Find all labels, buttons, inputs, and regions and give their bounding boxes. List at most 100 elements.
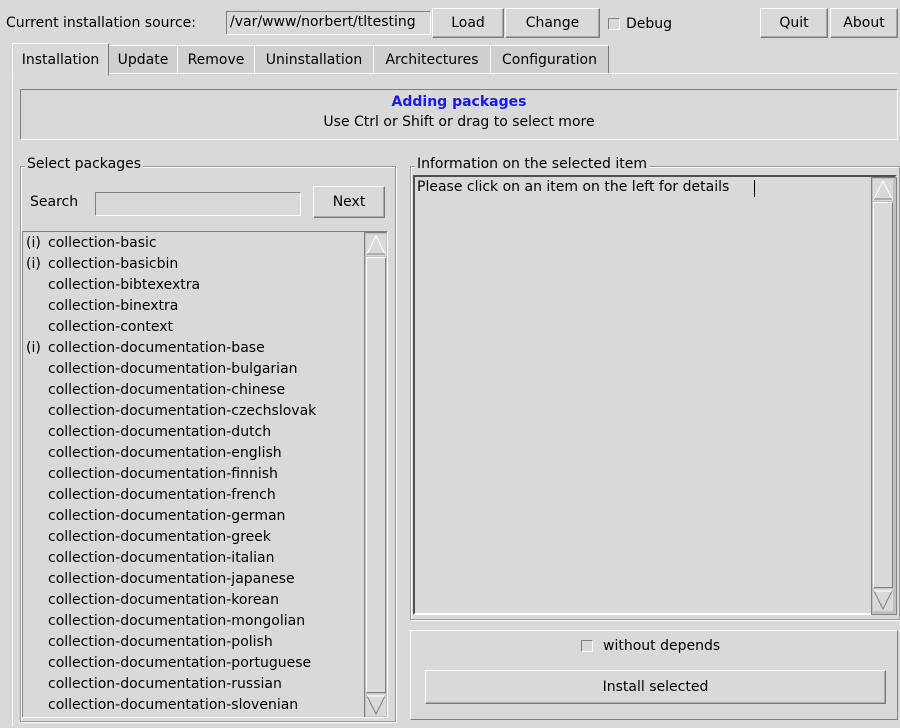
package-list-item[interactable]: collection-documentation-chinese xyxy=(24,380,362,401)
package-name: collection-binextra xyxy=(48,298,179,314)
tab-configuration-label: Configuration xyxy=(502,52,597,68)
banner-title: Adding packages xyxy=(391,94,527,110)
debug-checkbox[interactable]: Debug xyxy=(608,16,672,32)
package-list-scrollbar[interactable] xyxy=(364,232,387,717)
load-button-label: Load xyxy=(451,15,485,31)
package-list-item[interactable]: collection-bibtexextra xyxy=(24,275,362,296)
install-selected-label: Install selected xyxy=(602,679,709,695)
package-list-item[interactable]: (i) collection-basic xyxy=(24,233,362,254)
package-list[interactable]: (i) collection-basic (i) collection-basicbi… xyxy=(22,231,388,718)
package-list-item[interactable]: collection-context xyxy=(24,317,362,338)
package-name: collection-bibtexextra xyxy=(48,277,201,293)
package-list-item[interactable]: collection-documentation-korean xyxy=(24,590,362,611)
debug-checkbox-box[interactable] xyxy=(608,18,620,30)
quit-button[interactable]: Quit xyxy=(760,8,828,38)
package-list-item[interactable]: (i) collection-documentation-base xyxy=(24,338,362,359)
package-name: collection-documentation-portuguese xyxy=(48,655,312,671)
quit-button-label: Quit xyxy=(779,15,809,31)
package-list-item[interactable]: collection-documentation-polish xyxy=(24,632,362,653)
tab-update[interactable]: Update xyxy=(108,45,178,75)
search-label: Search xyxy=(30,194,79,210)
package-list-item[interactable]: collection-documentation-italian xyxy=(24,548,362,569)
package-list-scroll-thumb[interactable] xyxy=(366,257,386,693)
installed-marker: (i) xyxy=(26,256,41,272)
package-list-item[interactable]: collection-documentation-french xyxy=(24,485,362,506)
information-text-area[interactable]: Please click on an item on the left for … xyxy=(413,175,897,615)
package-name: collection-documentation-german xyxy=(48,508,286,524)
package-name: collection-documentation-italian xyxy=(48,550,275,566)
package-list-item[interactable]: collection-documentation-mongolian xyxy=(24,611,362,632)
source-path-field[interactable]: /var/www/norbert/tltesting xyxy=(226,11,431,35)
tab-uninstallation[interactable]: Uninstallation xyxy=(254,45,374,75)
package-name: collection-documentation-greek xyxy=(48,529,271,545)
package-list-item[interactable]: collection-documentation-japanese xyxy=(24,569,362,590)
package-list-item[interactable]: collection-documentation-german xyxy=(24,506,362,527)
package-list-item[interactable]: collection-documentation-english xyxy=(24,443,362,464)
package-list-item[interactable]: collection-documentation-greek xyxy=(24,527,362,548)
package-list-items: (i) collection-basic (i) collection-basicbi… xyxy=(24,233,362,716)
select-packages-title: Select packages xyxy=(25,156,144,172)
package-list-item[interactable]: collection-documentation-portuguese xyxy=(24,653,362,674)
source-label: Current installation source: xyxy=(6,15,196,31)
package-name: collection-documentation-dutch xyxy=(48,424,272,440)
scroll-down-arrow-icon[interactable] xyxy=(366,694,386,716)
package-list-item[interactable]: collection-documentation-czechslovak xyxy=(24,401,362,422)
package-name: collection-documentation-french xyxy=(48,487,276,503)
package-name: collection-documentation-czechslovak xyxy=(48,403,317,419)
text-cursor xyxy=(754,180,755,197)
installed-marker: (i) xyxy=(26,340,41,356)
banner-subtitle: Use Ctrl or Shift or drag to select more xyxy=(323,114,595,130)
package-list-item[interactable]: collection-binextra xyxy=(24,296,362,317)
tab-installation[interactable]: Installation xyxy=(12,43,109,76)
scroll-down-arrow-icon[interactable] xyxy=(873,589,893,611)
debug-label: Debug xyxy=(626,16,673,32)
search-input[interactable] xyxy=(95,192,301,216)
package-name: collection-documentation-bulgarian xyxy=(48,361,298,377)
information-scroll-thumb[interactable] xyxy=(873,202,893,588)
package-list-item[interactable]: collection-documentation-dutch xyxy=(24,422,362,443)
package-name: collection-documentation-chinese xyxy=(48,382,286,398)
package-name: collection-basicbin xyxy=(48,256,179,272)
package-name: collection-documentation-mongolian xyxy=(48,613,306,629)
package-name: collection-documentation-japanese xyxy=(48,571,295,587)
package-list-item[interactable]: collection-documentation-slovenian xyxy=(24,695,362,716)
package-name: collection-basic xyxy=(48,235,157,251)
package-name: collection-documentation-polish xyxy=(48,634,273,650)
installed-marker: (i) xyxy=(26,235,41,251)
package-name: collection-documentation-finnish xyxy=(48,466,278,482)
scroll-up-arrow-icon[interactable] xyxy=(873,179,893,201)
tab-architectures[interactable]: Architectures xyxy=(373,45,491,75)
information-scrollbar[interactable] xyxy=(871,177,897,615)
tab-configuration[interactable]: Configuration xyxy=(490,45,609,75)
install-selected-button[interactable]: Install selected xyxy=(425,670,886,704)
info-banner: Adding packages Use Ctrl or Shift or dra… xyxy=(20,89,898,140)
package-name: collection-documentation-korean xyxy=(48,592,279,608)
package-list-item[interactable]: (i) collection-basicbin xyxy=(24,254,362,275)
tab-installation-label: Installation xyxy=(21,51,100,68)
package-name: collection-context xyxy=(48,319,173,335)
tab-update-label: Update xyxy=(117,52,169,68)
package-name: collection-documentation-slovenian xyxy=(48,697,299,713)
information-title: Information on the selected item xyxy=(415,156,649,172)
package-name: collection-documentation-english xyxy=(48,445,282,461)
load-button[interactable]: Load xyxy=(432,8,504,38)
about-button[interactable]: About xyxy=(830,8,898,38)
change-button[interactable]: Change xyxy=(505,8,600,38)
without-depends-box[interactable] xyxy=(581,640,593,652)
tab-remove[interactable]: Remove xyxy=(177,45,255,75)
package-list-item[interactable]: collection-documentation-bulgarian xyxy=(24,359,362,380)
without-depends-checkbox[interactable]: without depends xyxy=(581,638,720,654)
tab-remove-label: Remove xyxy=(187,52,245,68)
scroll-up-arrow-icon[interactable] xyxy=(366,234,386,256)
next-button-label: Next xyxy=(332,194,366,210)
source-path-value: /var/www/norbert/tltesting xyxy=(230,14,416,30)
package-list-item[interactable]: collection-documentation-russian xyxy=(24,674,362,695)
package-list-item[interactable]: collection-documentation-finnish xyxy=(24,464,362,485)
tab-uninstallation-label: Uninstallation xyxy=(265,52,363,68)
without-depends-label: without depends xyxy=(603,638,721,654)
toolbar: Current installation source: /var/www/no… xyxy=(0,0,900,41)
tab-architectures-label: Architectures xyxy=(385,52,479,68)
change-button-label: Change xyxy=(525,15,580,31)
next-button[interactable]: Next xyxy=(313,186,385,218)
package-name: collection-documentation-base xyxy=(48,340,265,356)
